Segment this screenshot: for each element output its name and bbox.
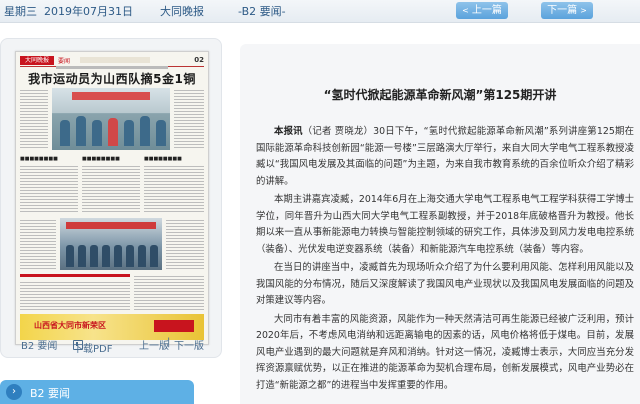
page-thumbnail[interactable]: 大同晚报 要闻 02 我市运动员为山西队摘5金1铜 ■■■■■■■■ ■■■■■… xyxy=(15,51,209,345)
thumbnail-page-number: 02 xyxy=(194,56,204,64)
article-paragraph-text: （记者 贾晓龙）30日下午，“氢时代掀起能源革命新风潮”系列讲座第125期在国际… xyxy=(256,126,634,187)
arrow-left-icon: < xyxy=(462,6,469,15)
article-panel: “氢时代掀起能源革命新风潮”第125期开讲 本报讯（记者 贾晓龙）30日下午，“… xyxy=(240,44,640,404)
thumbnail-strip xyxy=(80,57,150,63)
thumbnail-ad-text: 山西省大同市新荣区 xyxy=(34,321,106,330)
paper-name: 大同晚报 xyxy=(160,5,204,18)
page-label: -B2 要闻- xyxy=(238,5,286,18)
article-title: “氢时代掀起能源革命新风潮”第125期开讲 xyxy=(323,88,557,102)
arrow-right-icon: > xyxy=(580,6,587,15)
download-pdf-label: 下载PDF xyxy=(73,344,113,355)
article-lead: 本报讯 xyxy=(274,126,303,137)
link-separator: | xyxy=(167,337,171,348)
section-menu-item[interactable]: › B2 要闻 xyxy=(0,380,194,404)
thumbnail-section: 要闻 xyxy=(58,58,71,65)
article-paragraph: 本期主讲嘉宾凌臧，2014年6月在上海交通大学电气工程系电气工程学科获得工学博士… xyxy=(256,194,634,255)
next-page-link[interactable]: 下一版 xyxy=(174,337,204,352)
top-bar: 星期三 2019年07月31日 大同晚报 -B2 要闻- < 上一篇 下一篇 > xyxy=(0,0,640,23)
thumbnail-logo: 大同晚报 xyxy=(20,56,54,65)
chevron-right-icon: › xyxy=(6,384,22,400)
article-paragraph: 大同市有着丰富的风能资源，风能作为一种天然清洁可再生能源已经被广泛利用，预计20… xyxy=(256,313,634,391)
section-menu-label: B2 要闻 xyxy=(30,387,71,400)
thumbnail-photo xyxy=(52,88,170,150)
page-links: B2 要闻 下载PDF 上一版 | 下一版 xyxy=(1,334,221,355)
page-preview-panel: 大同晚报 要闻 02 我市运动员为山西队摘5金1铜 ■■■■■■■■ ■■■■■… xyxy=(0,38,222,358)
next-article-label: 下一篇 xyxy=(547,5,578,16)
article-paragraph: 本报讯（记者 贾晓龙）30日下午，“氢时代掀起能源革命新风潮”系列讲座第125期… xyxy=(256,124,634,190)
prev-page-link[interactable]: 上一版 xyxy=(139,337,169,352)
article-paragraph: 在当日的讲座当中，凌臧首先为现场听众介绍了为什么要利用风能、怎样利用风能以及我国… xyxy=(256,262,634,306)
thumbnail-photo-2 xyxy=(60,218,162,270)
weekday-label: 星期三 xyxy=(4,5,37,18)
prev-article-button[interactable]: < 上一篇 xyxy=(456,2,508,19)
current-page-link[interactable]: B2 要闻 xyxy=(21,337,57,352)
next-article-button[interactable]: 下一篇 > xyxy=(541,2,593,19)
date-label: 2019年07月31日 xyxy=(44,5,133,18)
thumbnail-headline: 我市运动员为山西队摘5金1铜 xyxy=(28,72,196,86)
prev-article-label: 上一篇 xyxy=(471,5,502,16)
article-body: 本报讯（记者 贾晓龙）30日下午，“氢时代掀起能源革命新风潮”系列讲座第125期… xyxy=(256,124,634,396)
thumbnail-subhead xyxy=(56,66,168,69)
